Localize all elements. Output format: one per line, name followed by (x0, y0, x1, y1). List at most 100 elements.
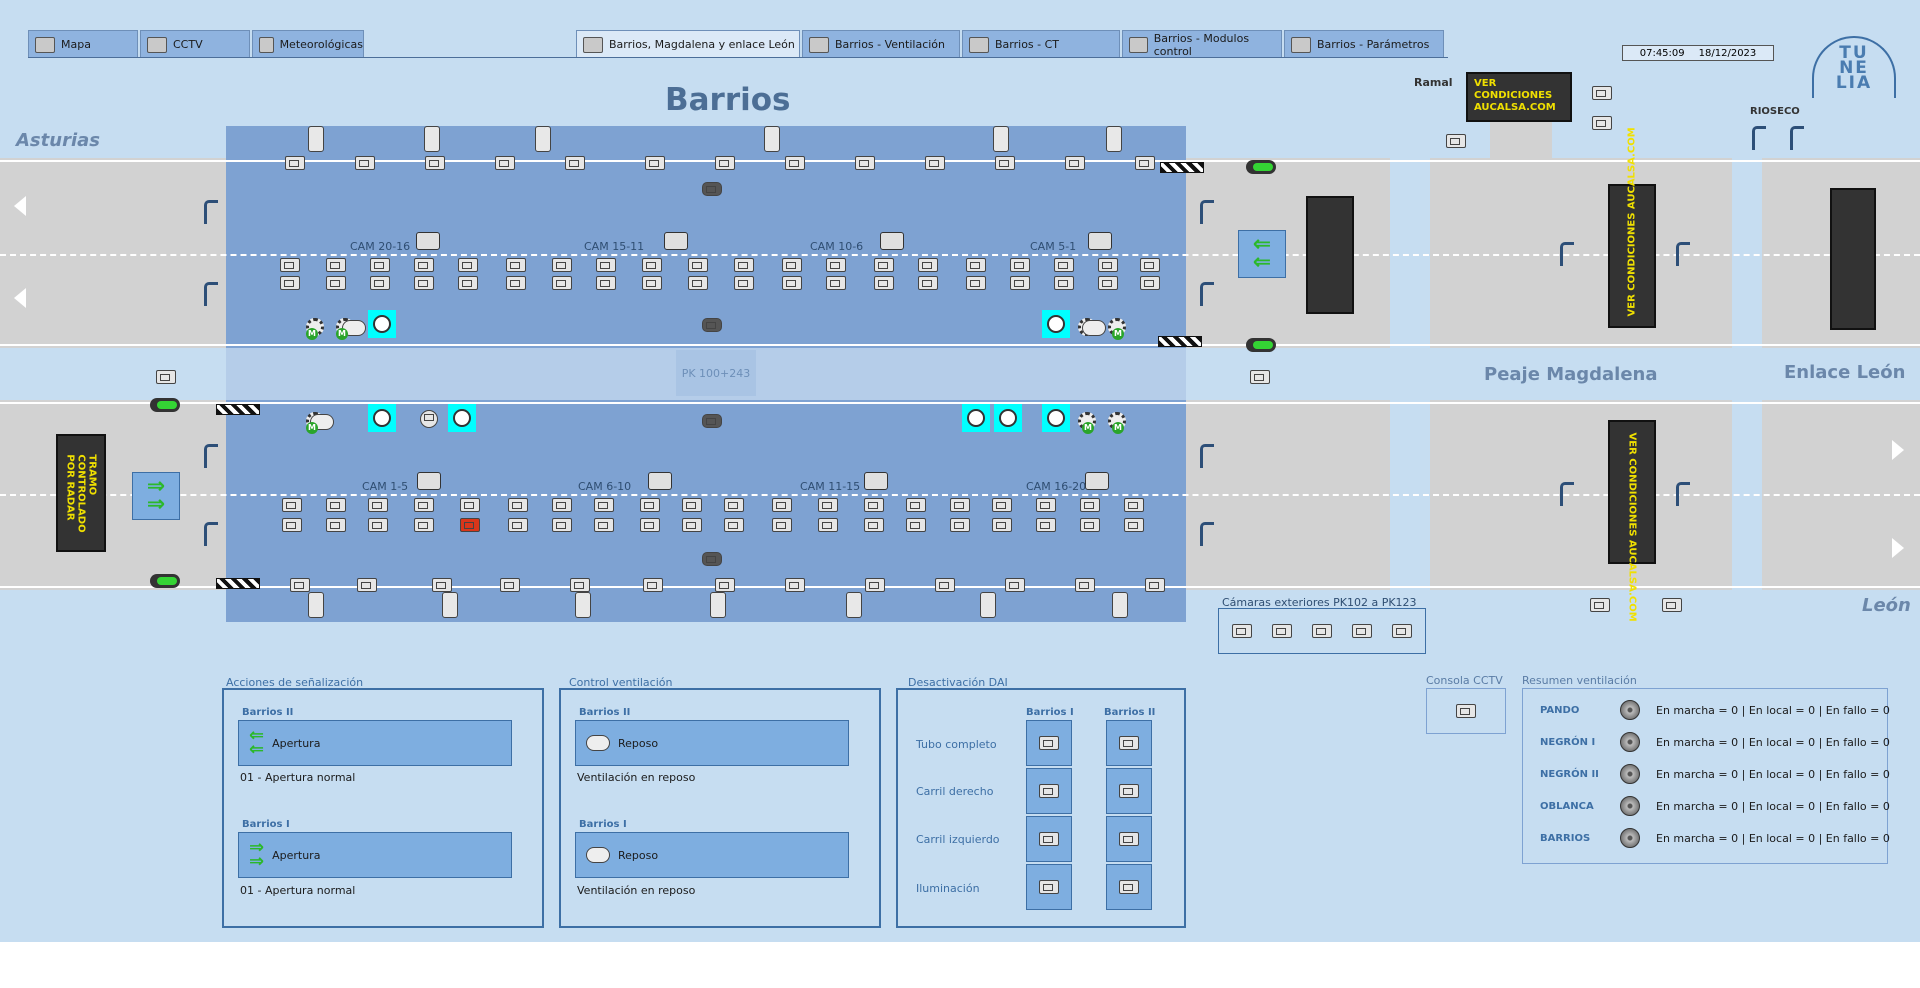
detector-icon[interactable] (682, 518, 702, 532)
active-opacity-sensor[interactable] (994, 404, 1022, 432)
senalizacion-b2-button[interactable]: ⇐ ⇐ Apertura (238, 720, 512, 766)
detector-icon[interactable] (1054, 258, 1074, 272)
external-sensor-icon[interactable] (156, 370, 176, 384)
detector-icon[interactable] (368, 498, 388, 512)
detector-icon[interactable] (280, 258, 300, 272)
external-sensor-icon[interactable] (1446, 134, 1466, 148)
cctv-camera-icon[interactable] (1088, 232, 1112, 250)
lane-signal-right-arrows[interactable]: ⇒ ⇒ (132, 472, 180, 520)
detector-icon[interactable] (506, 276, 526, 290)
detector-icon[interactable] (640, 518, 660, 532)
active-opacity-sensor[interactable] (448, 404, 476, 432)
tab-mapa[interactable]: Mapa (28, 30, 138, 58)
detector-icon[interactable] (414, 258, 434, 272)
tab-barrios-magdalena[interactable]: Barrios, Magdalena y enlace León (576, 30, 800, 58)
active-opacity-sensor[interactable] (1042, 310, 1070, 338)
detector-icon[interactable] (552, 498, 572, 512)
sos-phone-icon[interactable] (980, 592, 996, 618)
detector-icon[interactable] (1098, 258, 1118, 272)
cctv-camera-icon[interactable] (864, 472, 888, 490)
tab-barrios-parametros[interactable]: Barrios - Parámetros (1284, 30, 1444, 58)
barrier-icon[interactable] (1158, 336, 1202, 347)
barrier-icon[interactable] (216, 578, 260, 589)
vms-right-top[interactable]: VER CONDICIONES AUCALSA.COM (1608, 127, 1656, 328)
traffic-light-icon[interactable] (150, 398, 180, 412)
senalizacion-b1-button[interactable]: ⇒ ⇒ Apertura (238, 832, 512, 878)
detector-icon[interactable] (1124, 518, 1144, 532)
detector-icon[interactable] (906, 518, 926, 532)
wall-sensor-icon[interactable] (995, 156, 1015, 170)
detector-icon[interactable] (506, 258, 526, 272)
vms-ramal[interactable]: VER CONDICIONES AUCALSA.COM (1466, 72, 1572, 122)
sos-phone-icon[interactable] (535, 126, 551, 152)
cctv-camera-icon[interactable] (416, 232, 440, 250)
wall-sensor-icon[interactable] (645, 156, 665, 170)
dai-toggle-button[interactable] (1026, 864, 1072, 910)
wall-sensor-icon[interactable] (1005, 578, 1025, 592)
sos-phone-icon[interactable] (846, 592, 862, 618)
external-sensor-icon[interactable] (1590, 598, 1610, 612)
detector-icon[interactable] (282, 498, 302, 512)
wall-sensor-icon[interactable] (285, 156, 305, 170)
tab-meteorologicas[interactable]: Meteorológicas (252, 30, 364, 58)
external-sensor-icon[interactable] (1250, 370, 1270, 384)
detector-icon[interactable] (414, 276, 434, 290)
detector-icon[interactable] (818, 498, 838, 512)
cctv-camera-icon[interactable] (664, 232, 688, 250)
sos-phone-icon[interactable] (575, 592, 591, 618)
cctv-camera-icon[interactable] (880, 232, 904, 250)
detector-icon[interactable] (992, 498, 1012, 512)
dai-toggle-button[interactable] (1026, 816, 1072, 862)
detector-icon[interactable] (282, 518, 302, 532)
tab-barrios-modulos[interactable]: Barrios - Modulos control (1122, 30, 1282, 58)
cctv-camera-icon[interactable] (1085, 472, 1109, 490)
detector-icon[interactable] (458, 258, 478, 272)
traffic-light-icon[interactable] (1246, 160, 1276, 174)
detector-icon[interactable] (508, 518, 528, 532)
detector-icon[interactable] (918, 258, 938, 272)
detector-icon[interactable] (1036, 518, 1056, 532)
detector-icon[interactable] (326, 498, 346, 512)
detector-icon[interactable] (552, 258, 572, 272)
dai-toggle-button[interactable] (1026, 768, 1072, 814)
active-opacity-sensor[interactable] (368, 404, 396, 432)
detector-icon[interactable] (966, 258, 986, 272)
sos-phone-icon[interactable] (1112, 592, 1128, 618)
detector-icon[interactable] (642, 258, 662, 272)
detector-icon[interactable] (782, 276, 802, 290)
detector-icon[interactable] (596, 276, 616, 290)
wall-sensor-icon[interactable] (495, 156, 515, 170)
detector-icon[interactable] (370, 276, 390, 290)
detector-icon[interactable] (414, 498, 434, 512)
detector-icon[interactable] (460, 498, 480, 512)
detector-icon[interactable] (1140, 258, 1160, 272)
detector-icon[interactable] (724, 518, 744, 532)
wall-sensor-icon[interactable] (355, 156, 375, 170)
niche-icon[interactable] (702, 414, 722, 428)
dai-toggle-button[interactable] (1106, 816, 1152, 862)
detector-icon[interactable] (864, 498, 884, 512)
dai-toggle-button[interactable] (1106, 768, 1152, 814)
detector-icon[interactable] (734, 276, 754, 290)
tab-cctv[interactable]: CCTV (140, 30, 250, 58)
wall-sensor-icon[interactable] (570, 578, 590, 592)
sos-phone-icon[interactable] (308, 592, 324, 618)
traffic-light-icon[interactable] (150, 574, 180, 588)
traffic-light-icon[interactable] (1246, 338, 1276, 352)
detector-icon[interactable] (326, 258, 346, 272)
detector-icon[interactable] (1036, 498, 1056, 512)
active-opacity-sensor[interactable] (962, 404, 990, 432)
detector-icon[interactable] (1010, 258, 1030, 272)
ventilacion-b2-button[interactable]: Reposo (575, 720, 849, 766)
sos-phone-icon[interactable] (308, 126, 324, 152)
detector-icon[interactable] (1010, 276, 1030, 290)
detector-icon[interactable] (368, 518, 388, 532)
sos-phone-icon[interactable] (993, 126, 1009, 152)
wall-sensor-icon[interactable] (425, 156, 445, 170)
detector-icon[interactable] (734, 258, 754, 272)
detector-icon[interactable] (508, 498, 528, 512)
niche-icon[interactable] (702, 552, 722, 566)
detector-icon[interactable] (642, 276, 662, 290)
detector-icon[interactable] (326, 518, 346, 532)
lane-signal-left-arrows[interactable]: ⇐ ⇐ (1238, 230, 1286, 278)
